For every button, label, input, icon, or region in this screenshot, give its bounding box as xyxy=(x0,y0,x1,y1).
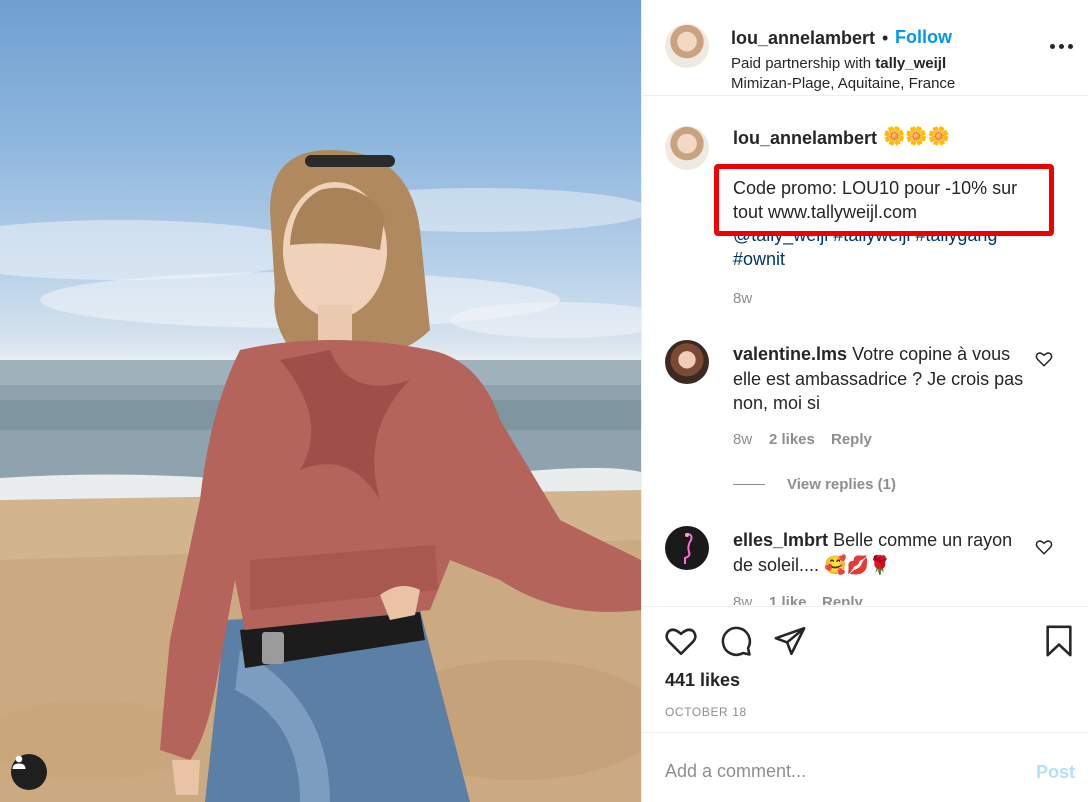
comment-icon[interactable] xyxy=(719,624,753,658)
comment-heart-icon[interactable] xyxy=(1035,350,1053,368)
promo-highlight-box: Code promo: LOU10 pour -10% sur tout www… xyxy=(714,164,1054,236)
comment-text: elles_lmbrt Belle comme un rayon de sole… xyxy=(733,528,1033,577)
comment-time[interactable]: 8w xyxy=(733,594,752,605)
post-side-panel: lou_annelambert • Follow Paid partnershi… xyxy=(641,0,1088,802)
caption-time[interactable]: 8w xyxy=(733,290,752,307)
flamingo-neon-icon xyxy=(684,533,693,564)
post-photo[interactable] xyxy=(0,0,641,802)
comment-text: valentine.lms Votre copine à vous elle e… xyxy=(733,342,1033,416)
post-button[interactable]: Post xyxy=(1036,762,1075,783)
hashtags-line-2[interactable]: #ownit xyxy=(733,247,1043,271)
caption-avatar[interactable] xyxy=(665,126,709,170)
comment-likes[interactable]: 2 likes xyxy=(769,431,815,448)
comment-heart-icon[interactable] xyxy=(1035,538,1053,556)
likes-count[interactable]: 441 likes xyxy=(665,670,740,691)
commenter-avatar[interactable] xyxy=(665,526,709,570)
comment-composer: Post xyxy=(642,732,1088,802)
caption-username[interactable]: lou_annelambert xyxy=(733,128,877,149)
header-separator: • xyxy=(882,28,889,48)
paid-partnership: Paid partnership with tally_weijl xyxy=(731,55,946,72)
share-icon[interactable] xyxy=(773,624,807,658)
view-replies-button[interactable]: View replies (1) xyxy=(787,476,896,493)
location-link[interactable]: Mimizan-Plage, Aquitaine, France xyxy=(731,75,955,92)
bookmark-icon[interactable] xyxy=(1042,624,1076,658)
heart-icon[interactable] xyxy=(664,624,698,658)
reply-button[interactable]: Reply xyxy=(822,594,863,605)
author-avatar[interactable] xyxy=(665,24,709,68)
comment-username[interactable]: elles_lmbrt xyxy=(733,530,828,550)
comment-likes[interactable]: 1 like xyxy=(769,594,807,605)
more-icon[interactable] xyxy=(1050,36,1074,56)
comment-input[interactable] xyxy=(665,761,985,782)
author-username[interactable]: lou_annelambert xyxy=(731,28,875,49)
caption-emojis: 🌼🌼🌼 xyxy=(883,126,951,146)
view-replies-line xyxy=(733,484,765,485)
comment-username[interactable]: valentine.lms xyxy=(733,344,847,364)
comments-list[interactable]: lou_annelambert 🌼🌼🌼 @tally_weijl #tallyw… xyxy=(642,97,1088,605)
caption-promo-text: Code promo: LOU10 pour -10% sur tout www… xyxy=(733,178,1018,222)
post-header: lou_annelambert • Follow Paid partnershi… xyxy=(642,0,1088,96)
reply-button[interactable]: Reply xyxy=(831,431,872,448)
post-photo-illustration xyxy=(0,150,641,802)
follow-button[interactable]: Follow xyxy=(895,27,952,48)
commenter-avatar[interactable] xyxy=(665,340,709,384)
partnership-prefix: Paid partnership with xyxy=(731,55,872,72)
post-date[interactable]: OCTOBER 18 xyxy=(665,705,747,719)
post-actions: 441 likes OCTOBER 18 xyxy=(642,606,1088,732)
user-tag-glyph xyxy=(12,755,26,769)
comment-time[interactable]: 8w xyxy=(733,431,752,448)
partner-link[interactable]: tally_weijl xyxy=(875,55,946,72)
user-tag-icon[interactable] xyxy=(11,754,47,790)
